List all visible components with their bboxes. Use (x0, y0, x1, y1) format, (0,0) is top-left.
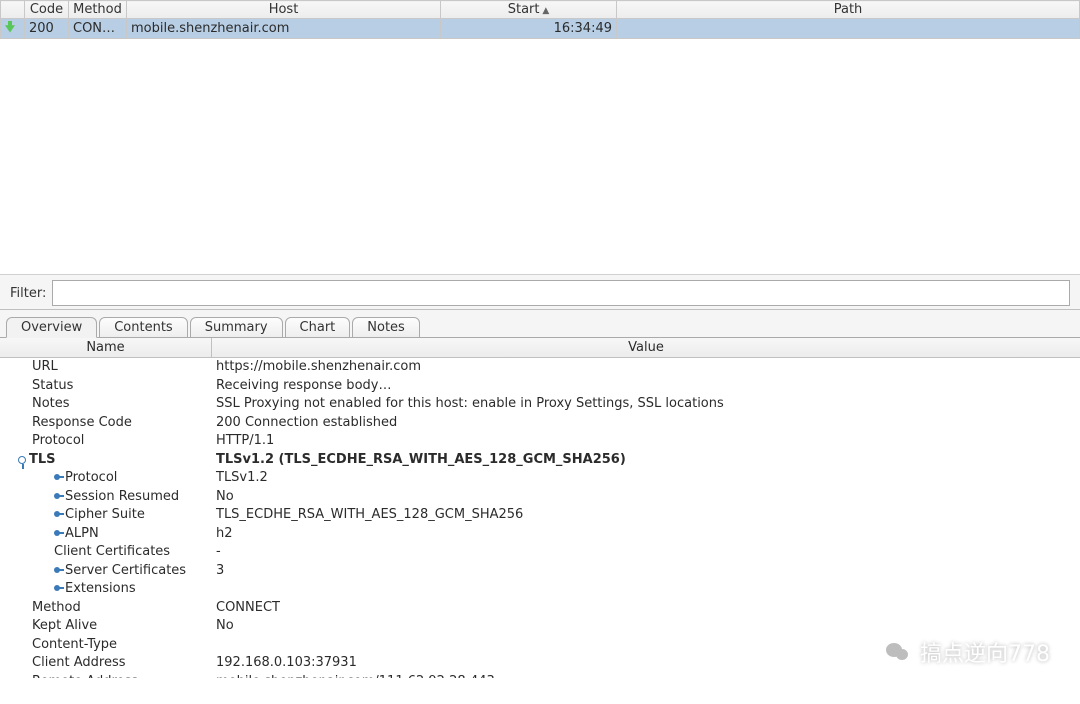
row-remote-address: Remote Addressmobile.shenzhenair.com/111… (0, 673, 1080, 679)
row-tls-clientcert: Client Certificates- (0, 543, 1080, 562)
tab-notes[interactable]: Notes (352, 317, 420, 338)
row-tls-session: Session ResumedNo (0, 488, 1080, 507)
row-tls-servercert: Server Certificates3 (0, 562, 1080, 581)
column-path-header[interactable]: Path (617, 1, 1080, 19)
row-response-code: Response Code200 Connection established (0, 414, 1080, 433)
tab-overview[interactable]: Overview (6, 317, 97, 338)
request-list-empty-area (0, 39, 1080, 274)
tree-leaf-icon (54, 493, 60, 499)
watermark: 搞点逆向778 (882, 636, 1050, 668)
column-code-header[interactable]: Code (25, 1, 69, 19)
tree-leaf-icon (54, 511, 60, 517)
row-tls-extensions: Extensions (0, 580, 1080, 599)
column-icon-header[interactable] (1, 1, 25, 19)
request-list-table[interactable]: Code Method Host Start Path 200 CON… mob… (0, 0, 1080, 39)
column-host-header[interactable]: Host (127, 1, 441, 19)
row-kept-alive: Kept AliveNo (0, 617, 1080, 636)
wechat-icon (882, 637, 912, 667)
tab-chart[interactable]: Chart (285, 317, 351, 338)
row-protocol: ProtocolHTTP/1.1 (0, 432, 1080, 451)
detail-columns-header: Name Value (0, 338, 1080, 358)
row-tls-protocol: ProtocolTLSv1.2 (0, 469, 1080, 488)
row-tls: TLSTLSv1.2 (TLS_ECDHE_RSA_WITH_AES_128_G… (0, 451, 1080, 470)
tree-leaf-icon (54, 567, 60, 573)
detail-tabs: Overview Contents Summary Chart Notes (0, 310, 1080, 338)
tree-toggle-icon[interactable] (18, 456, 26, 464)
cell-host: mobile.shenzhenair.com (127, 19, 441, 39)
row-url: URLhttps://mobile.shenzhenair.com (0, 358, 1080, 377)
tree-leaf-icon (54, 585, 60, 591)
row-method: MethodCONNECT (0, 599, 1080, 618)
cell-method: CON… (69, 19, 127, 39)
filter-input[interactable] (52, 280, 1070, 306)
tab-summary[interactable]: Summary (190, 317, 283, 338)
row-notes: NotesSSL Proxying not enabled for this h… (0, 395, 1080, 414)
tab-contents[interactable]: Contents (99, 317, 187, 338)
tree-leaf-icon (54, 530, 60, 536)
row-status: StatusReceiving response body… (0, 377, 1080, 396)
response-ok-icon (5, 21, 15, 33)
cell-code: 200 (25, 19, 69, 39)
column-start-header[interactable]: Start (441, 1, 617, 19)
filter-bar: Filter: (0, 274, 1080, 310)
table-row[interactable]: 200 CON… mobile.shenzhenair.com 16:34:49 (1, 19, 1080, 39)
cell-start: 16:34:49 (441, 19, 617, 39)
detail-header-value[interactable]: Value (212, 338, 1080, 357)
filter-label: Filter: (10, 286, 46, 301)
row-tls-alpn: ALPNh2 (0, 525, 1080, 544)
detail-header-name[interactable]: Name (0, 338, 212, 357)
tree-leaf-icon (54, 474, 60, 480)
cell-path (617, 19, 1080, 39)
overview-panel[interactable]: URLhttps://mobile.shenzhenair.com Status… (0, 358, 1080, 678)
row-tls-cipher: Cipher SuiteTLS_ECDHE_RSA_WITH_AES_128_G… (0, 506, 1080, 525)
column-method-header[interactable]: Method (69, 1, 127, 19)
